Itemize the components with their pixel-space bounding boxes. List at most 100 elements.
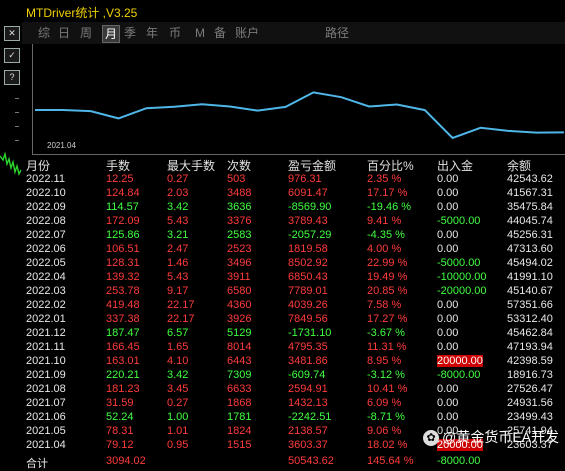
table-row[interactable]: 2021.11 166.45 1.65 8014 4795.35 11.31 % 0.00 4… xyxy=(22,341,565,354)
table-cell: -10000.00 xyxy=(437,271,487,283)
table-cell: 22.17 xyxy=(167,313,195,325)
column-header[interactable]: 最大手数 xyxy=(167,157,215,174)
stats-window: MTDriver统计 ,V3.25 综日周月季年币 M 备账户 路径 2021.04 … xyxy=(22,0,565,470)
table-row[interactable]: 2022.10 124.84 2.03 3488 6091.47 17.17 % 0.00 4… xyxy=(22,187,565,200)
table-row[interactable]: 2022.02 419.48 22.17 4360 4039.26 7.58 % 0.00 5… xyxy=(22,299,565,312)
column-header[interactable]: 百分比% xyxy=(367,157,414,174)
table-row[interactable]: 2022.03 253.78 9.17 6580 7789.01 20.85 % -2000… xyxy=(22,285,565,298)
table-cell: 4360 xyxy=(227,299,252,311)
table-cell: 2021.04 xyxy=(26,439,66,451)
table-cell: -3.12 % xyxy=(367,369,405,381)
table-cell: 0.00 xyxy=(437,201,459,213)
footer-cell: -8000.00 xyxy=(437,455,481,467)
tab-3[interactable]: 月 xyxy=(102,25,120,43)
table-cell: 1.01 xyxy=(167,425,189,437)
table-row[interactable]: 2021.10 163.01 4.10 6443 3481.86 8.95 % 20000.… xyxy=(22,355,565,368)
table-cell: 2021.06 xyxy=(26,411,66,423)
close-icon[interactable]: ✕ xyxy=(4,26,20,41)
table-cell: 6443 xyxy=(227,355,252,367)
tab-2[interactable]: 周 xyxy=(78,25,94,41)
table-cell: 20000.00 xyxy=(437,355,483,367)
column-header[interactable]: 盈亏金额 xyxy=(288,157,336,174)
table-cell: 1515 xyxy=(227,439,252,451)
table-cell: 1819.58 xyxy=(288,243,328,255)
table-cell: 5129 xyxy=(227,327,252,339)
column-header[interactable]: 余额 xyxy=(507,157,531,174)
table-row[interactable]: 2022.01 337.38 22.17 3926 7849.56 17.27 % 0.00… xyxy=(22,313,565,326)
table-row[interactable]: 2022.08 172.09 5.43 3376 3789.43 9.41 % -5000.… xyxy=(22,215,565,228)
table-cell: 172.09 xyxy=(106,215,140,227)
table-row[interactable]: 2022.07 125.86 3.21 2583 -2057.29 -4.35 % 0.00… xyxy=(22,229,565,242)
table-cell: -3.67 % xyxy=(367,327,405,339)
table-cell: 106.51 xyxy=(106,243,140,255)
table-cell: 17.17 % xyxy=(367,187,408,199)
table-row[interactable]: 2021.07 31.59 0.27 1868 1432.13 6.09 % 0.00 249… xyxy=(22,397,565,410)
table-cell: 12.25 xyxy=(106,173,134,185)
table-row[interactable]: 2022.11 12.25 0.27 503 976.31 2.35 % 0.00 42543… xyxy=(22,173,565,186)
table-cell: 53312.40 xyxy=(507,313,553,325)
column-header[interactable]: 月份 xyxy=(26,157,50,174)
table-cell: 41991.10 xyxy=(507,271,553,283)
table-cell: 3.21 xyxy=(167,229,189,241)
table-cell: 78.31 xyxy=(106,425,134,437)
window-titlebar: MTDriver统计 ,V3.25 xyxy=(22,0,565,23)
table-cell: 8.95 % xyxy=(367,355,402,367)
table-cell: 163.01 xyxy=(106,355,140,367)
table-row[interactable]: 2021.09 220.21 3.42 7309 -609.74 -3.12 % -8000… xyxy=(22,369,565,382)
table-cell: 0.00 xyxy=(437,299,459,311)
table-cell: 2.03 xyxy=(167,187,189,199)
column-header[interactable]: 次数 xyxy=(227,157,251,174)
table-cell: -5000.00 xyxy=(437,215,481,227)
table-cell: 2022.09 xyxy=(26,201,66,213)
table-cell: -8.71 % xyxy=(367,411,405,423)
check-icon[interactable]: ✓ xyxy=(4,48,20,63)
table-row[interactable]: 2022.09 114.57 3.42 3636 -8569.90 -19.46 % 0.0… xyxy=(22,201,565,214)
tab-8[interactable]: 备 xyxy=(212,25,228,41)
table-row[interactable]: 2022.05 128.31 1.46 3496 8502.92 22.99 % -5000… xyxy=(22,257,565,270)
table-row[interactable]: 2021.12 187.47 6.57 5129 -1731.10 -3.67 % 0.00… xyxy=(22,327,565,340)
help-icon[interactable]: ? xyxy=(4,70,20,85)
table-cell: 18.02 % xyxy=(367,439,408,451)
table-cell: 27526.47 xyxy=(507,383,553,395)
table-cell: 42543.62 xyxy=(507,173,553,185)
tab-10[interactable]: 路径 xyxy=(322,25,352,41)
left-toolbar: ✕ ✓ ? xyxy=(0,0,22,468)
tab-5[interactable]: 年 xyxy=(144,25,160,41)
table-cell: 2021.11 xyxy=(26,341,65,353)
axis-tick xyxy=(15,112,19,113)
table-cell: 124.84 xyxy=(106,187,140,199)
table-cell: -20000.00 xyxy=(437,285,487,297)
wechat-channel-icon: ✿ xyxy=(423,430,440,447)
table-cell: 0.27 xyxy=(167,173,189,185)
tab-1[interactable]: 日 xyxy=(56,25,72,41)
column-header[interactable]: 手数 xyxy=(106,157,130,174)
table-cell: 0.95 xyxy=(167,439,189,451)
table-cell: 0.00 xyxy=(437,411,459,423)
table-cell: 4795.35 xyxy=(288,341,328,353)
table-cell: 2021.05 xyxy=(26,425,66,437)
table-cell: 3481.86 xyxy=(288,355,328,367)
table-cell: 8502.92 xyxy=(288,257,328,269)
tab-7[interactable]: M xyxy=(192,25,208,41)
table-cell: 7789.01 xyxy=(288,285,328,297)
table-row[interactable]: 2022.04 139.32 5.43 3911 6850.43 19.49 % -1000… xyxy=(22,271,565,284)
table-cell: 2022.05 xyxy=(26,257,66,269)
table-row[interactable]: 2021.08 181.23 3.45 6633 2594.91 10.41 % 0.00 2… xyxy=(22,383,565,396)
table-cell: 35475.84 xyxy=(507,201,553,213)
table-cell: 7.58 % xyxy=(367,299,402,311)
table-cell: 2138.57 xyxy=(288,425,328,437)
table-cell: 0.27 xyxy=(167,397,189,409)
table-cell: 166.45 xyxy=(106,341,140,353)
table-row[interactable]: 2021.06 52.24 1.00 1781 -2242.51 -8.71 % 0.00 2… xyxy=(22,411,565,424)
table-row[interactable]: 2022.06 106.51 2.47 2523 1819.58 4.00 % 0.00 47… xyxy=(22,243,565,256)
table-cell: 3488 xyxy=(227,187,252,199)
table-cell: 3.42 xyxy=(167,369,189,381)
tab-9[interactable]: 账户 xyxy=(232,25,262,41)
tab-0[interactable]: 综 xyxy=(36,25,52,41)
tab-6[interactable]: 币 xyxy=(167,25,183,41)
table-cell: 2022.03 xyxy=(26,285,66,297)
table-cell: -1731.10 xyxy=(288,327,332,339)
tab-4[interactable]: 季 xyxy=(122,25,138,41)
window-title: MTDriver统计 ,V3.25 xyxy=(26,6,138,20)
column-header[interactable]: 出入金 xyxy=(437,157,473,174)
